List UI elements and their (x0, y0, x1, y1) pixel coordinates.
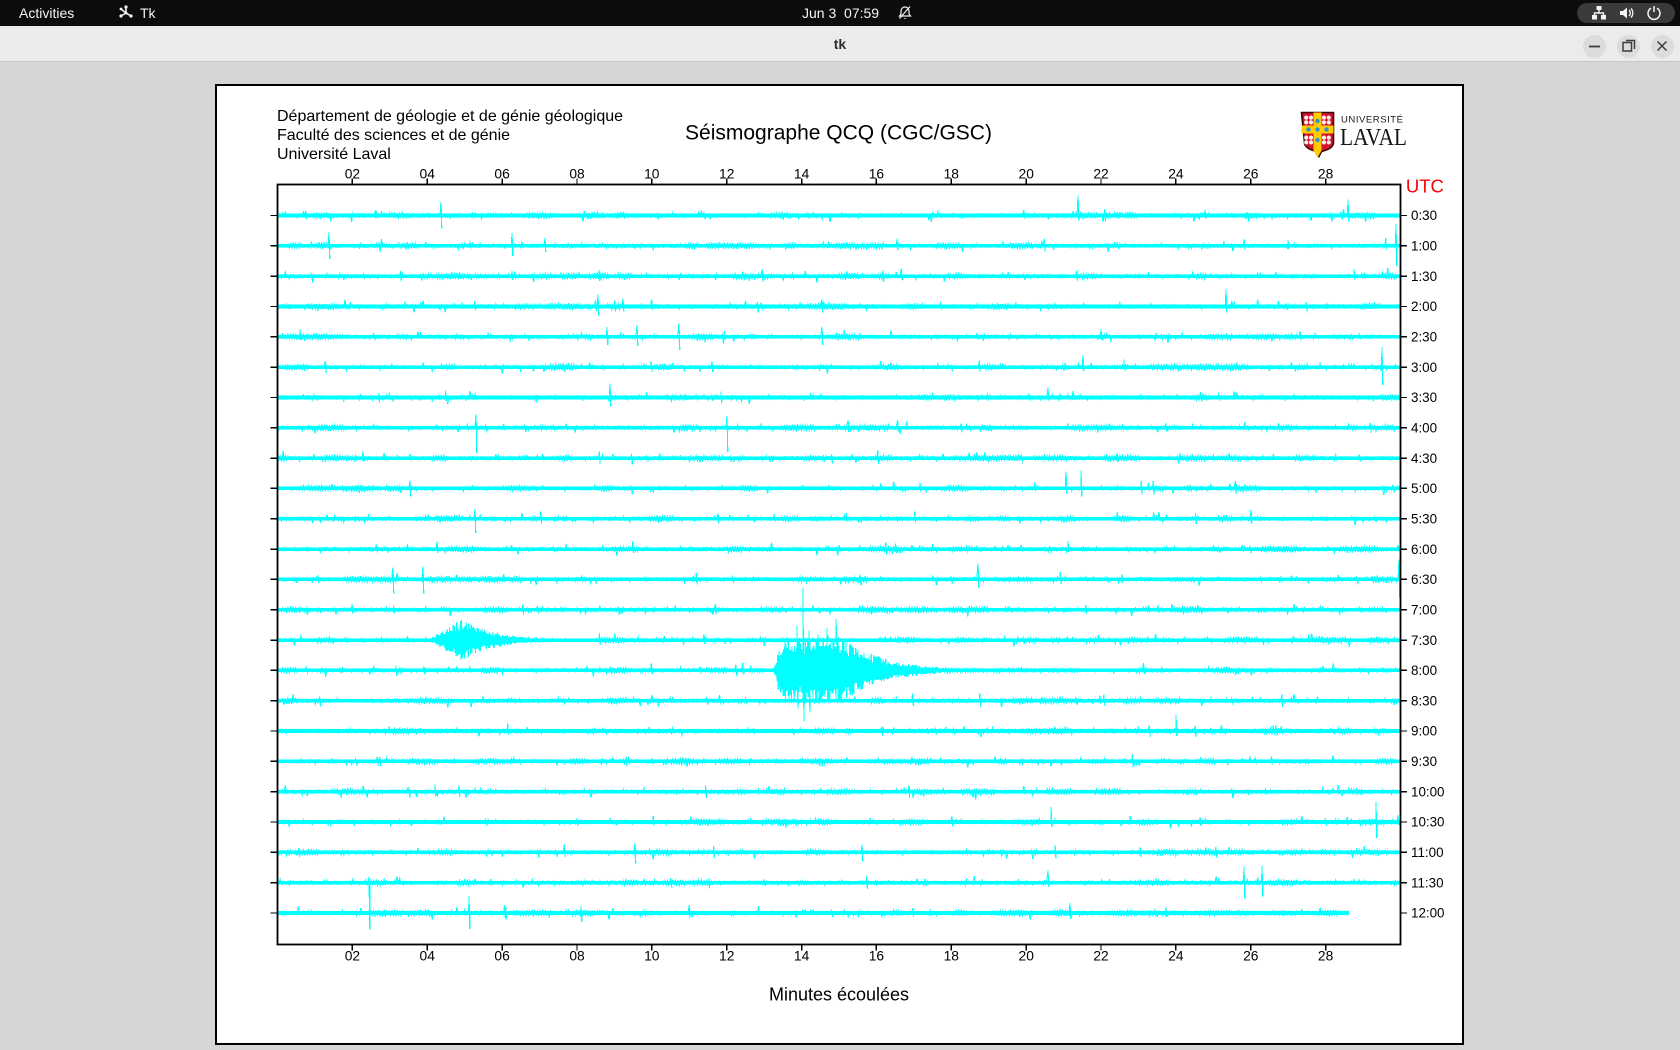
svg-text:06: 06 (494, 948, 510, 963)
svg-text:14: 14 (794, 948, 810, 963)
svg-text:12:00: 12:00 (1411, 906, 1445, 921)
svg-text:2:30: 2:30 (1411, 330, 1437, 345)
svg-text:5:00: 5:00 (1411, 481, 1437, 496)
svg-text:Minutes écoulées: Minutes écoulées (769, 985, 909, 1005)
svg-text:1:30: 1:30 (1411, 269, 1437, 284)
svg-text:02: 02 (345, 166, 360, 181)
svg-text:Faculté des sciences et de gén: Faculté des sciences et de génie (277, 127, 510, 144)
svg-text:08: 08 (569, 166, 585, 181)
svg-text:6:00: 6:00 (1411, 542, 1437, 557)
svg-text:Département de géologie et de: Département de géologie et de génie géol… (277, 108, 623, 125)
svg-text:02: 02 (345, 948, 360, 963)
svg-text:5:30: 5:30 (1411, 512, 1437, 527)
svg-text:7:00: 7:00 (1411, 602, 1437, 617)
svg-text:04: 04 (420, 948, 436, 963)
svg-text:22: 22 (1093, 166, 1108, 181)
svg-text:16: 16 (869, 166, 885, 181)
svg-text:8:00: 8:00 (1411, 663, 1437, 678)
svg-text:8:30: 8:30 (1411, 693, 1437, 708)
svg-text:3:00: 3:00 (1411, 360, 1437, 375)
svg-text:08: 08 (569, 948, 585, 963)
svg-text:4:00: 4:00 (1411, 421, 1437, 436)
svg-text:20: 20 (1019, 948, 1035, 963)
svg-text:18: 18 (944, 948, 960, 963)
svg-text:Séismographe QCQ (CGC/GSC): Séismographe QCQ (CGC/GSC) (685, 122, 992, 145)
svg-text:3:30: 3:30 (1411, 390, 1437, 405)
svg-text:10: 10 (644, 166, 660, 181)
svg-text:4:30: 4:30 (1411, 451, 1437, 466)
svg-text:0:30: 0:30 (1411, 208, 1437, 223)
svg-text:1:00: 1:00 (1411, 239, 1437, 254)
svg-text:9:00: 9:00 (1411, 724, 1437, 739)
svg-text:28: 28 (1318, 166, 1334, 181)
svg-text:12: 12 (719, 948, 734, 963)
svg-text:28: 28 (1318, 948, 1334, 963)
svg-text:11:00: 11:00 (1411, 845, 1444, 860)
svg-text:9:30: 9:30 (1411, 754, 1437, 769)
svg-text:7:30: 7:30 (1411, 633, 1437, 648)
svg-text:11:30: 11:30 (1411, 875, 1444, 890)
svg-text:2:00: 2:00 (1411, 299, 1437, 314)
svg-text:10:00: 10:00 (1411, 784, 1445, 799)
svg-text:06: 06 (494, 166, 510, 181)
svg-text:04: 04 (420, 166, 436, 181)
svg-text:24: 24 (1168, 166, 1184, 181)
svg-text:10: 10 (644, 948, 660, 963)
svg-text:20: 20 (1019, 166, 1035, 181)
svg-text:18: 18 (944, 166, 960, 181)
svg-text:26: 26 (1243, 166, 1259, 181)
svg-text:26: 26 (1243, 948, 1259, 963)
svg-text:12: 12 (719, 166, 734, 181)
svg-text:22: 22 (1093, 948, 1108, 963)
svg-text:16: 16 (869, 948, 885, 963)
svg-text:24: 24 (1168, 948, 1184, 963)
svg-text:14: 14 (794, 166, 810, 181)
svg-text:6:30: 6:30 (1411, 572, 1437, 587)
svg-text:Université Laval: Université Laval (277, 146, 391, 163)
svg-text:UTC: UTC (1406, 175, 1444, 196)
svg-text:10:30: 10:30 (1411, 815, 1445, 830)
